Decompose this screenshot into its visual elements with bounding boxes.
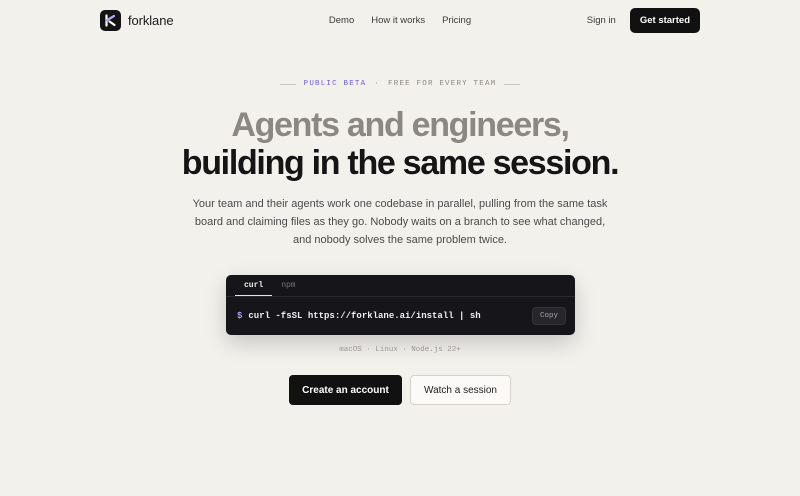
badge-public-beta: PUBLIC BETA <box>303 80 367 88</box>
hero-headline: Agents and engineers, building in the sa… <box>0 106 800 182</box>
subtitle-line: board and claiming files as they go. Nob… <box>194 216 606 228</box>
brand[interactable]: forklane <box>100 10 174 31</box>
main-nav: Demo How it works Pricing <box>329 15 471 26</box>
nav-item-how-it-works[interactable]: How it works <box>371 15 425 26</box>
copy-button[interactable]: Copy <box>531 307 566 325</box>
watch-session-button[interactable]: Watch a session <box>410 375 511 405</box>
supported-platforms: macOS · Linux · Node.js 22+ <box>339 346 461 354</box>
tab-npm[interactable]: npm <box>272 275 304 296</box>
badge-rule-left <box>279 83 296 85</box>
nav-item-pricing[interactable]: Pricing <box>442 15 471 26</box>
create-account-button[interactable]: Create an account <box>289 375 402 405</box>
terminal-tabs: curl npm <box>226 275 575 297</box>
sign-in-link[interactable]: Sign in <box>587 15 616 26</box>
subtitle-line: Your team and their agents work one code… <box>192 198 608 210</box>
badge-free-text: FREE FOR EVERY TEAM <box>388 80 497 88</box>
beta-badge: PUBLIC BETA · FREE FOR EVERY TEAM <box>0 80 800 88</box>
headline-line-1: Agents and engineers, <box>231 106 570 144</box>
landing-page: forklane Demo How it works Pricing Sign … <box>0 0 800 496</box>
badge-separator: · <box>374 80 381 88</box>
shell-prompt: $ <box>237 311 243 321</box>
command-text[interactable]: curl -fsSL https://forklane.ai/install |… <box>248 311 480 321</box>
header-actions: Sign in Get started <box>587 8 700 33</box>
command-row: $ curl -fsSL https://forklane.ai/install… <box>226 297 575 335</box>
top-nav-bar: forklane Demo How it works Pricing Sign … <box>100 8 700 33</box>
nav-item-demo[interactable]: Demo <box>329 15 354 26</box>
hero-subtitle: Your team and their agents work one code… <box>180 195 620 249</box>
install-command: $ curl -fsSL https://forklane.ai/install… <box>237 311 481 321</box>
brand-name: forklane <box>128 13 174 28</box>
get-started-button[interactable]: Get started <box>629 8 700 33</box>
install-terminal: curl npm $ curl -fsSL https://forklane.a… <box>226 275 575 335</box>
subtitle-line: and nobody solves the same problem twice… <box>292 234 507 246</box>
headline-line-2: building in the same session. <box>181 144 620 182</box>
badge-rule-right <box>504 83 521 85</box>
tab-curl[interactable]: curl <box>235 275 273 296</box>
hero-cta-group: Create an account Watch a session <box>0 375 800 405</box>
fork-arrow-logo-icon <box>100 10 121 31</box>
